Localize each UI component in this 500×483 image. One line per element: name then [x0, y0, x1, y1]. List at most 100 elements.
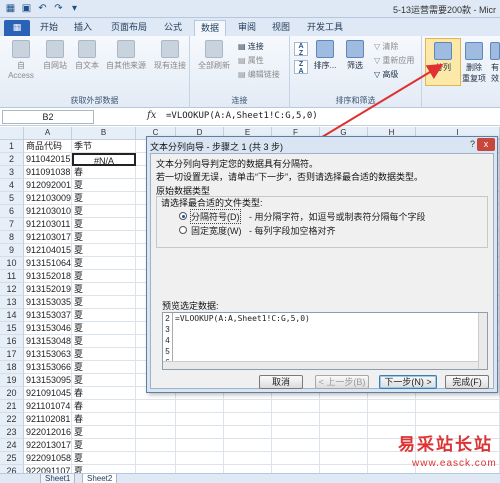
- sheet-tab-sheet1[interactable]: Sheet1: [40, 474, 76, 483]
- cell-season[interactable]: 夏: [72, 348, 136, 361]
- row-header[interactable]: 13: [0, 296, 24, 309]
- empty-cell[interactable]: [320, 426, 368, 439]
- row-header[interactable]: 10: [0, 257, 24, 270]
- delimited-label[interactable]: 分隔符号(D): [190, 209, 241, 224]
- preview-vertical-scrollbar[interactable]: [478, 313, 487, 369]
- from-access-button[interactable]: 自 Access: [4, 40, 38, 80]
- row-header[interactable]: 15: [0, 322, 24, 335]
- cell-season[interactable]: 春: [72, 166, 136, 179]
- fixed-width-label[interactable]: 固定宽度(W): [191, 224, 242, 237]
- empty-cell[interactable]: [320, 413, 368, 426]
- cell-product-code[interactable]: 922012016: [24, 426, 72, 439]
- insert-function-icon[interactable]: fx: [147, 110, 156, 121]
- row-header[interactable]: 19: [0, 374, 24, 387]
- remove-duplicates-button[interactable]: 删除 重复项: [462, 42, 486, 84]
- tab-page-layout[interactable]: 页面布局: [108, 20, 150, 36]
- cell-season[interactable]: 春: [72, 387, 136, 400]
- row-header[interactable]: 7: [0, 218, 24, 231]
- cell-season[interactable]: 夏: [72, 257, 136, 270]
- filter-button[interactable]: 筛选: [342, 40, 368, 71]
- cancel-button[interactable]: 取消: [259, 375, 303, 389]
- empty-cell[interactable]: [176, 400, 224, 413]
- selected-cell-b2[interactable]: #N/A: [72, 153, 136, 166]
- row-header[interactable]: 14: [0, 309, 24, 322]
- empty-cell[interactable]: [224, 413, 272, 426]
- empty-cell[interactable]: [272, 452, 320, 465]
- empty-cell[interactable]: [272, 400, 320, 413]
- close-icon[interactable]: x: [477, 138, 495, 151]
- empty-cell[interactable]: [224, 452, 272, 465]
- cell-product-code[interactable]: 913153095: [24, 374, 72, 387]
- sort-az-icon[interactable]: AZ: [294, 42, 308, 57]
- empty-cell[interactable]: [224, 426, 272, 439]
- cell-product-code[interactable]: 912103017: [24, 231, 72, 244]
- cell-product-code[interactable]: 912103010: [24, 205, 72, 218]
- empty-cell[interactable]: [176, 426, 224, 439]
- cell-product-code[interactable]: 913153046: [24, 322, 72, 335]
- empty-cell[interactable]: [136, 400, 176, 413]
- formula-input[interactable]: =VLOOKUP(A:A,Sheet1!C:G,5,0): [166, 111, 318, 121]
- row-header[interactable]: 16: [0, 335, 24, 348]
- sort-za-icon[interactable]: ZA: [294, 60, 308, 75]
- cell-season[interactable]: 夏: [72, 309, 136, 322]
- cell-season[interactable]: 夏: [72, 270, 136, 283]
- empty-cell[interactable]: [136, 439, 176, 452]
- tab-data[interactable]: 数据: [194, 20, 226, 36]
- empty-cell[interactable]: [136, 426, 176, 439]
- cell-season[interactable]: 夏: [72, 244, 136, 257]
- preview-area[interactable]: 2 3 4 5 6 =VLOOKUP(A:A,Sheet1!C:G,5,0): [162, 312, 488, 370]
- empty-cell[interactable]: [368, 413, 416, 426]
- cell-season[interactable]: 夏: [72, 374, 136, 387]
- tab-home[interactable]: 开始: [36, 20, 62, 36]
- cell-product-code[interactable]: 921102081: [24, 413, 72, 426]
- redo-icon[interactable]: ↷: [52, 2, 65, 15]
- finish-button[interactable]: 完成(F): [445, 375, 489, 389]
- cell-product-code[interactable]: 912103011: [24, 218, 72, 231]
- empty-cell[interactable]: [416, 413, 500, 426]
- cell-product-code[interactable]: 913152018: [24, 270, 72, 283]
- header-cell-season[interactable]: 季节: [72, 140, 136, 153]
- empty-cell[interactable]: [136, 413, 176, 426]
- from-other-sources-button[interactable]: 自其他来源: [104, 40, 148, 71]
- cell-product-code[interactable]: 921091045: [24, 387, 72, 400]
- row-header[interactable]: 12: [0, 283, 24, 296]
- row-header[interactable]: 18: [0, 361, 24, 374]
- column-header-a[interactable]: A: [24, 127, 72, 140]
- cell-season[interactable]: 夏: [72, 439, 136, 452]
- cell-season[interactable]: 夏: [72, 283, 136, 296]
- tab-developer[interactable]: 开发工具: [304, 20, 346, 36]
- row-header[interactable]: 1: [0, 140, 24, 153]
- cell-season[interactable]: 夏: [72, 231, 136, 244]
- text-to-columns-button[interactable]: 分列: [427, 42, 459, 73]
- row-header[interactable]: 21: [0, 400, 24, 413]
- properties-button[interactable]: ▤ 属性: [238, 55, 264, 66]
- cell-product-code[interactable]: 922013017: [24, 439, 72, 452]
- name-box[interactable]: B2: [2, 110, 94, 124]
- empty-cell[interactable]: [224, 439, 272, 452]
- cell-season[interactable]: 夏: [72, 205, 136, 218]
- empty-cell[interactable]: [176, 452, 224, 465]
- cell-product-code[interactable]: 911042015: [24, 153, 72, 166]
- tab-formulas[interactable]: 公式: [160, 20, 186, 36]
- row-header[interactable]: 22: [0, 413, 24, 426]
- data-validation-button[interactable]: 有效: [488, 42, 500, 84]
- cell-season[interactable]: 夏: [72, 218, 136, 231]
- fixed-width-radio[interactable]: [179, 226, 187, 234]
- empty-cell[interactable]: [176, 439, 224, 452]
- empty-cell[interactable]: [176, 413, 224, 426]
- back-button[interactable]: < 上一步(B): [315, 375, 369, 389]
- clear-filter-button[interactable]: ▽ 清除: [374, 41, 398, 52]
- sheet-tab-sheet2[interactable]: Sheet2: [82, 474, 118, 483]
- row-header[interactable]: 25: [0, 452, 24, 465]
- cell-season[interactable]: 夏: [72, 179, 136, 192]
- row-header[interactable]: 8: [0, 231, 24, 244]
- empty-cell[interactable]: [272, 439, 320, 452]
- connections-button[interactable]: ▤ 连接: [238, 41, 264, 52]
- cell-season[interactable]: 春: [72, 400, 136, 413]
- tab-view[interactable]: 视图: [268, 20, 294, 36]
- cell-product-code[interactable]: 912104015: [24, 244, 72, 257]
- cell-product-code[interactable]: 913152019: [24, 283, 72, 296]
- cell-product-code[interactable]: 921101074: [24, 400, 72, 413]
- cell-season[interactable]: 夏: [72, 361, 136, 374]
- customize-icon[interactable]: ▾: [68, 2, 81, 15]
